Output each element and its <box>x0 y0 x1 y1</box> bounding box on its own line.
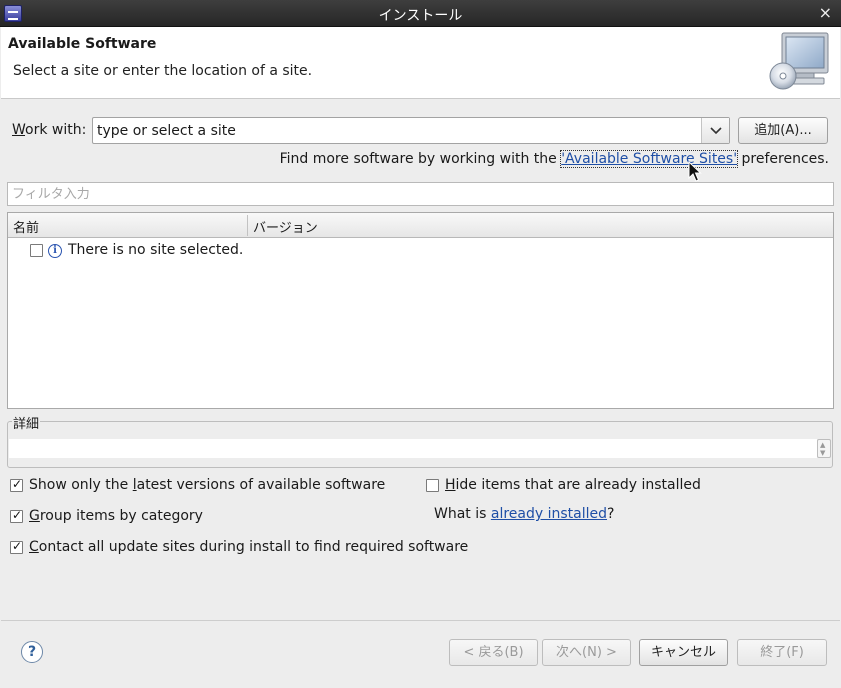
already-installed-link[interactable]: already installed <box>491 506 607 522</box>
window-title: インストール <box>378 8 463 24</box>
table-row[interactable]: i There is no site selected. <box>8 240 833 262</box>
group-by-category-label: Group items by category <box>29 508 203 524</box>
computer-cd-icon <box>769 32 829 90</box>
show-latest-checkbox[interactable] <box>10 477 23 492</box>
group-by-category-mnemonic: G <box>29 508 40 524</box>
finish-button[interactable]: 終了(F) <box>737 639 827 666</box>
column-separator[interactable] <box>247 215 248 236</box>
cancel-button[interactable]: キャンセル <box>639 639 728 666</box>
chevron-down-icon <box>710 127 722 135</box>
show-latest-label: Show only the latest versions of availab… <box>29 477 385 493</box>
details-text-area[interactable] <box>9 439 817 458</box>
hide-installed-mnemonic: H <box>445 477 456 493</box>
details-group: ▲ ▼ <box>7 421 833 468</box>
find-more-prefix: Find more software by working with the <box>279 151 562 167</box>
show-latest-pre: Show only the <box>29 477 133 493</box>
what-is-post: ? <box>607 506 615 522</box>
page-subtitle: Select a site or enter the location of a… <box>13 63 313 79</box>
available-software-sites-link[interactable]: 'Available Software Sites' <box>560 150 739 168</box>
help-icon[interactable]: ? <box>21 641 43 663</box>
hide-installed-checkbox[interactable] <box>426 479 439 492</box>
hide-installed-label: Hide items that are already installed <box>445 477 701 493</box>
column-header-version[interactable]: バージョン <box>253 217 318 236</box>
find-more-text: Find more software by working with the '… <box>279 150 830 168</box>
contact-update-sites-post: ontact all update sites during install t… <box>38 539 469 555</box>
window-titlebar: インストール × <box>0 0 841 27</box>
show-latest-post: atest versions of available software <box>136 477 386 493</box>
group-by-category-checkbox[interactable] <box>10 508 23 523</box>
contact-update-sites-mnemonic: C <box>29 539 39 555</box>
find-more-suffix: preferences. <box>737 151 830 167</box>
scroll-down-icon[interactable]: ▼ <box>820 449 825 457</box>
table-header: 名前 バージョン <box>8 213 833 238</box>
back-button[interactable]: < 戻る(B) <box>449 639 538 666</box>
group-by-category-post: roup items by category <box>39 508 203 524</box>
column-header-name[interactable]: 名前 <box>13 217 39 236</box>
info-icon: i <box>48 244 62 258</box>
contact-update-sites-checkbox[interactable] <box>10 539 23 554</box>
scroll-up-icon[interactable]: ▲ <box>820 441 825 449</box>
details-scrollbar[interactable]: ▲ ▼ <box>817 439 831 458</box>
hide-installed-post: ide items that are already installed <box>455 477 701 493</box>
work-with-combo-value: type or select a site <box>97 123 236 139</box>
combo-dropdown-button[interactable] <box>701 118 729 143</box>
mouse-cursor-icon <box>688 161 702 182</box>
what-is-pre: What is <box>434 506 491 522</box>
add-site-button[interactable]: 追加(A)... <box>738 117 828 144</box>
row-checkbox[interactable] <box>30 244 43 257</box>
work-with-label-text: ork with: <box>25 122 87 138</box>
work-with-mnemonic: W <box>12 122 26 138</box>
row-text: There is no site selected. <box>68 242 244 258</box>
footer-separator <box>1 620 840 621</box>
close-icon[interactable]: × <box>819 3 832 22</box>
filter-input[interactable] <box>8 183 833 205</box>
page-title: Available Software <box>8 36 157 52</box>
wizard-header: Available Software Select a site or ente… <box>1 27 840 99</box>
details-label: 詳細 <box>12 413 41 432</box>
work-with-label: Work with: <box>12 122 86 138</box>
what-is-installed-text: What is already installed? <box>434 506 614 522</box>
work-with-combo[interactable]: type or select a site <box>92 117 730 144</box>
contact-update-sites-label: Contact all update sites during install … <box>29 539 468 555</box>
next-button[interactable]: 次へ(N) > <box>542 639 631 666</box>
filter-field[interactable] <box>7 182 834 206</box>
software-table[interactable]: 名前 バージョン i There is no site selected. <box>7 212 834 409</box>
